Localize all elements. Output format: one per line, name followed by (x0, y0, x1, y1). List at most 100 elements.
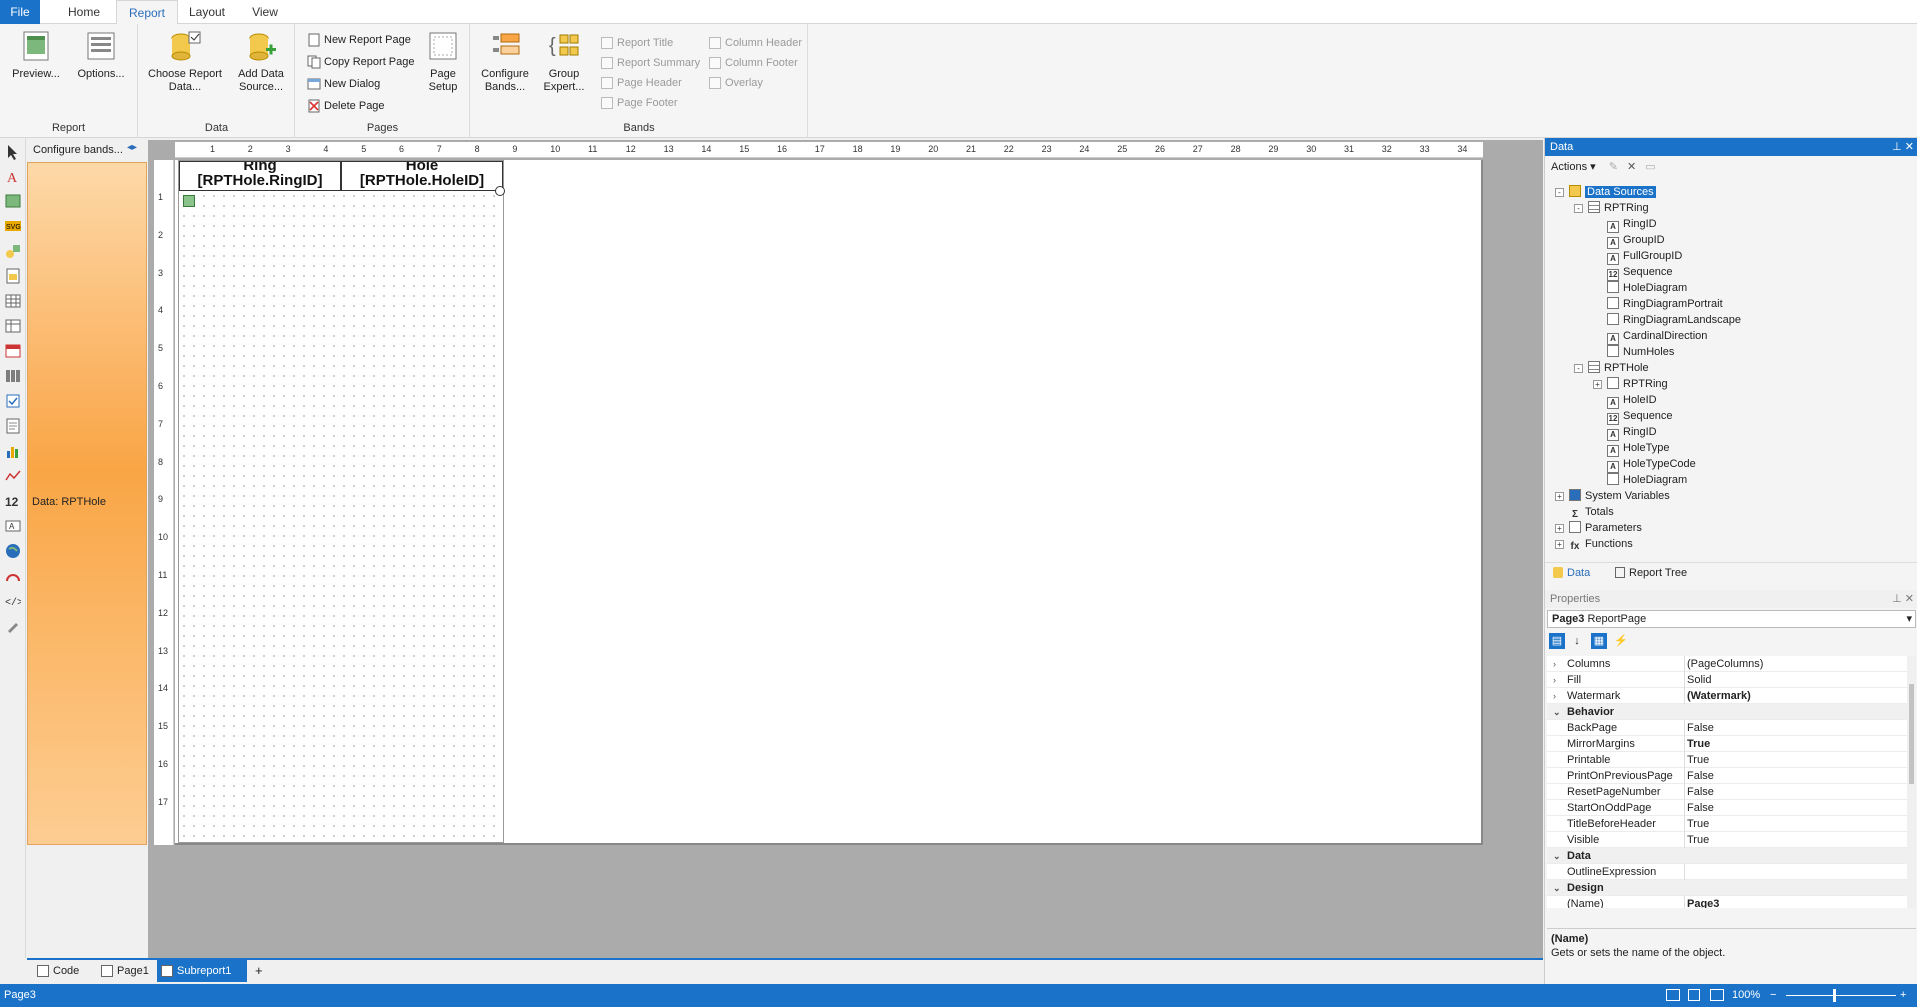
property-category[interactable]: ⌄ Data (1547, 848, 1907, 864)
tab-report[interactable]: Report (116, 0, 178, 25)
cellular-text-object-icon[interactable]: A (5, 518, 21, 534)
collapse-icon[interactable]: ⌄ (1553, 880, 1561, 896)
zoom-out-button[interactable]: − (1770, 984, 1776, 1007)
tree-node[interactable]: A FullGroupID (1607, 248, 1682, 265)
digital-signature-object-icon[interactable]: 12 (5, 493, 21, 509)
tree-node[interactable]: RingDiagramPortrait (1607, 296, 1723, 312)
zoom-in-button[interactable]: + (1900, 984, 1906, 1007)
svg-object-icon[interactable]: SVG (5, 218, 21, 234)
property-value[interactable]: True (1687, 736, 1710, 752)
tree-expander-icon[interactable]: - (1574, 364, 1583, 373)
sparkline-object-icon[interactable] (5, 468, 21, 484)
preview-button[interactable]: Preview... (6, 28, 66, 81)
property-value[interactable]: False (1687, 768, 1714, 784)
collapse-icon[interactable]: ⌄ (1553, 704, 1561, 720)
page-header-checkbox[interactable]: Page Header (601, 74, 682, 92)
categorized-icon[interactable]: ▤ (1549, 633, 1565, 649)
tree-node[interactable]: A RingID (1607, 424, 1657, 441)
band-selector-icon[interactable] (183, 195, 195, 207)
tree-expander-icon[interactable]: - (1574, 204, 1583, 213)
tree-expander-icon[interactable]: + (1555, 524, 1564, 533)
fit-both-icon[interactable] (1710, 989, 1724, 1001)
tab-home[interactable]: Home (56, 0, 112, 24)
fit-width-icon[interactable] (1666, 989, 1680, 1001)
tree-node[interactable]: HoleDiagram (1607, 280, 1687, 296)
actions-dropdown[interactable]: Actions ▾ ✎ ✕ ▭ (1551, 160, 1656, 173)
property-value[interactable]: True (1687, 816, 1709, 832)
tree-expander-icon[interactable]: + (1555, 492, 1564, 501)
property-row[interactable]: OutlineExpression (1547, 864, 1907, 880)
property-row[interactable]: Printable True (1547, 752, 1907, 768)
view-icon[interactable]: ▭ (1645, 161, 1655, 173)
tree-node[interactable]: 12 Sequence (1607, 408, 1673, 425)
table-object-icon[interactable] (5, 293, 21, 309)
property-row[interactable]: › Fill Solid (1547, 672, 1907, 688)
pointer-icon[interactable] (5, 144, 21, 160)
tab-file[interactable]: File (0, 0, 40, 24)
tree-expander-icon[interactable]: + (1555, 540, 1564, 549)
property-row[interactable]: › Columns (PageColumns) (1547, 656, 1907, 672)
configure-bands-button[interactable]: Configure Bands... (477, 28, 533, 94)
tree-node[interactable]: A HoleType (1607, 440, 1669, 457)
new-dialog-button[interactable]: New Dialog (306, 74, 380, 94)
property-value[interactable]: (PageColumns) (1687, 656, 1763, 672)
property-value[interactable]: True (1687, 752, 1709, 768)
property-value[interactable]: True (1687, 832, 1709, 848)
matrix-object-icon[interactable] (5, 318, 21, 334)
hole-header-cell[interactable]: Hole [RPTHole.HoleID] (341, 161, 503, 191)
resize-handle-icon[interactable] (495, 186, 505, 196)
tree-node[interactable]: A GroupID (1607, 232, 1665, 249)
delete-page-button[interactable]: Delete Page (306, 96, 385, 116)
property-row[interactable]: (Name) Page3 (1547, 896, 1907, 908)
fit-page-icon[interactable] (1688, 989, 1700, 1001)
property-value[interactable]: False (1687, 720, 1714, 736)
expand-icon[interactable]: › (1553, 656, 1556, 672)
tab-subreport1[interactable]: Subreport1 (157, 960, 247, 982)
property-row[interactable]: MirrorMargins True (1547, 736, 1907, 752)
tree-node[interactable]: A HoleTypeCode (1607, 456, 1696, 473)
property-row[interactable]: Visible True (1547, 832, 1907, 848)
property-row[interactable]: ResetPageNumber False (1547, 784, 1907, 800)
panel-pin-close-icons[interactable]: ⊥ ✕ (1892, 138, 1914, 156)
tab-view[interactable]: View (242, 0, 288, 24)
tree-node[interactable]: RingDiagramLandscape (1607, 312, 1741, 328)
zoom-slider[interactable] (1786, 995, 1896, 996)
properties-scrollbar[interactable] (1907, 656, 1916, 908)
formatting-tool-icon[interactable] (5, 618, 21, 634)
page-footer-checkbox[interactable]: Page Footer (601, 94, 678, 112)
map-object-icon[interactable] (5, 543, 21, 559)
zoom-slider-thumb[interactable] (1833, 989, 1836, 1002)
tree-node[interactable]: A HoleID (1607, 392, 1657, 409)
property-value[interactable]: Page3 (1687, 896, 1719, 908)
text-object-icon[interactable]: A (5, 168, 21, 184)
picture-object-icon[interactable] (5, 193, 21, 209)
ring-header-cell[interactable]: Ring [RPTHole.RingID] (179, 161, 341, 191)
tree-node[interactable]: + System Variables (1555, 488, 1670, 504)
shape-object-icon[interactable] (5, 243, 21, 259)
tab-layout[interactable]: Layout (182, 0, 232, 24)
rich-text-object-icon[interactable] (5, 418, 21, 434)
property-category[interactable]: ⌄ Design (1547, 880, 1907, 896)
property-row[interactable]: StartOnOddPage False (1547, 800, 1907, 816)
options-button[interactable]: Options... (70, 28, 132, 81)
report-summary-checkbox[interactable]: Report Summary (601, 54, 700, 72)
tab-data[interactable]: Data (1553, 567, 1590, 579)
chart-object-icon[interactable] (5, 443, 21, 459)
property-value[interactable]: Solid (1687, 672, 1711, 688)
subreport-object-icon[interactable] (5, 268, 21, 284)
tab-code[interactable]: Code (33, 960, 89, 982)
tree-node[interactable]: 12 Sequence (1607, 264, 1673, 281)
tree-node[interactable]: HoleDiagram (1607, 472, 1687, 488)
checkbox-object-icon[interactable] (5, 393, 21, 409)
tree-node[interactable]: A CardinalDirection (1607, 328, 1707, 345)
sort-alphabetical-icon[interactable]: ↓ (1569, 633, 1585, 649)
column-footer-checkbox[interactable]: Column Footer (709, 54, 798, 72)
overlay-checkbox[interactable]: Overlay (709, 74, 763, 92)
tree-node[interactable]: + RPTRing (1593, 376, 1668, 392)
property-row[interactable]: PrintOnPreviousPage False (1547, 768, 1907, 784)
tab-page1[interactable]: Page1 (97, 960, 155, 982)
gauge-object-icon[interactable] (5, 568, 21, 584)
property-category[interactable]: ⌄ Behavior (1547, 704, 1907, 720)
report-page[interactable]: Ring [RPTHole.RingID] Hole [RPTHole.Hole… (178, 160, 505, 843)
choose-report-data-button[interactable]: Choose Report Data... (145, 28, 225, 94)
